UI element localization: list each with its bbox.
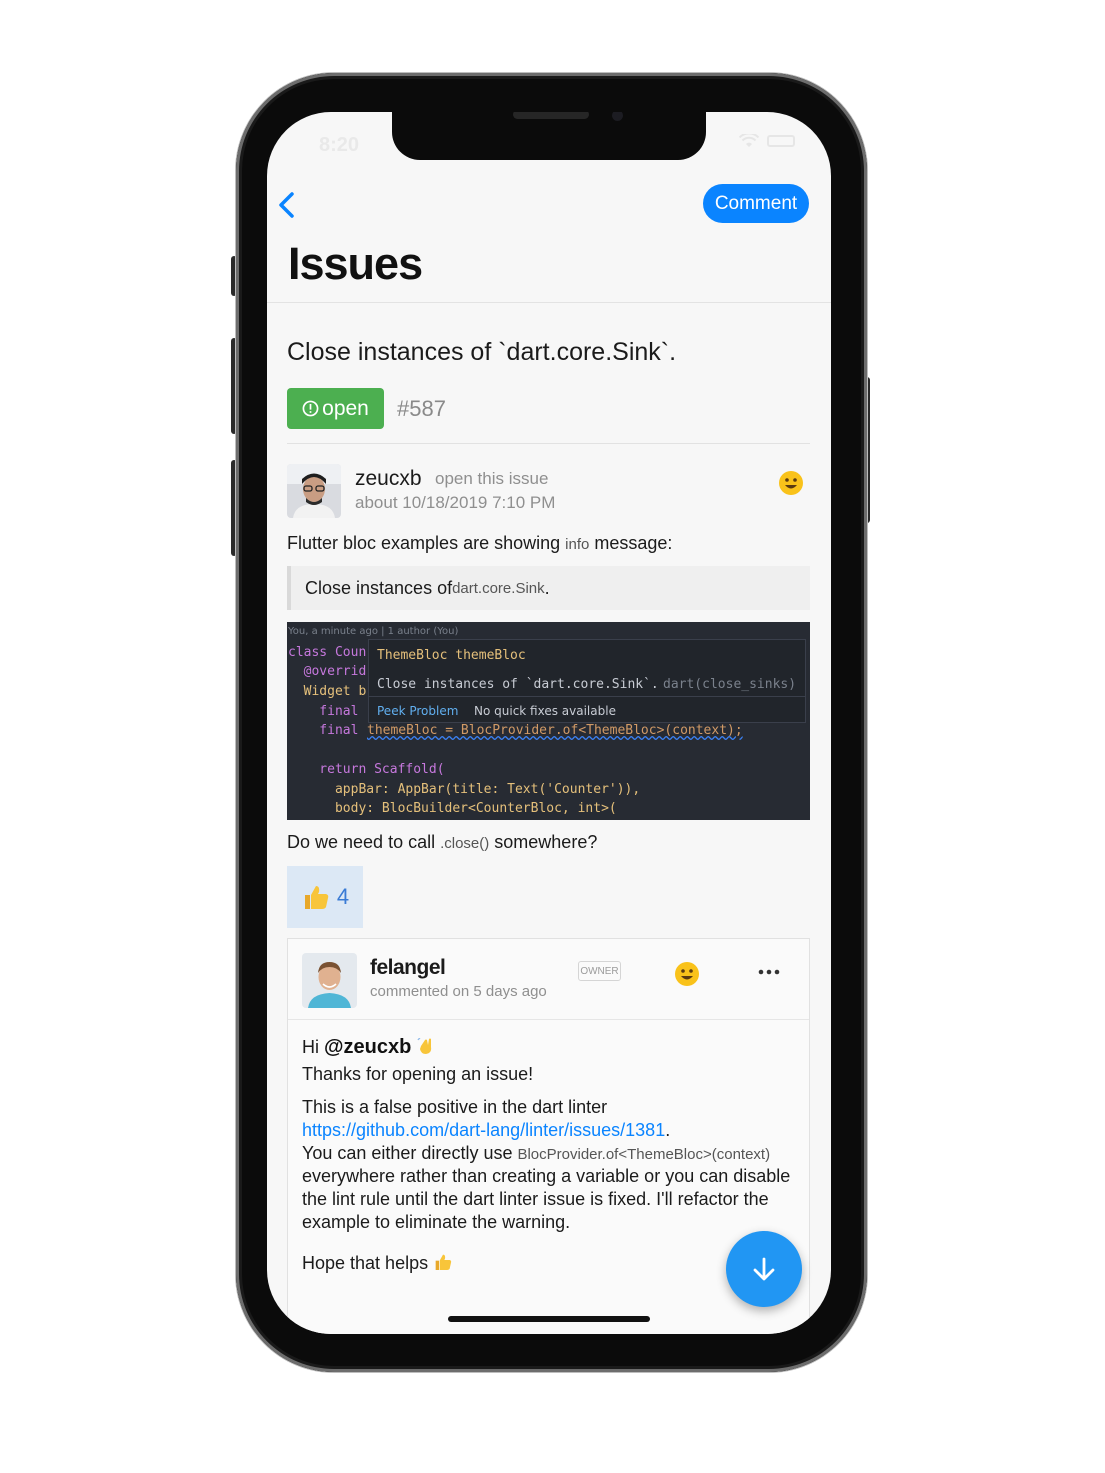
post-body-text: somewhere? <box>489 832 598 852</box>
code-line: final <box>288 704 359 719</box>
code-line: themeBloc = BlocProvider.of<ThemeBloc>(c… <box>367 723 743 738</box>
page-title: Issues <box>288 238 423 289</box>
divider <box>287 443 810 444</box>
comment-text: This is a false positive in the dart lin… <box>302 1097 608 1117</box>
comment-text: Hi <box>302 1037 324 1057</box>
blockquote: Close instances of dart.core.Sink. <box>287 566 810 610</box>
comment-text: Thanks for opening an issue! <box>302 1064 534 1084</box>
comment-text: the lint rule until the dart linter issu… <box>302 1189 769 1209</box>
code-line: Widget b <box>288 684 367 699</box>
comment-button[interactable]: Comment <box>703 184 809 223</box>
quote-text: . <box>544 577 550 598</box>
commenter-name[interactable]: felangel <box>370 956 446 980</box>
inline-code: dart.core.Sink <box>452 579 545 597</box>
speaker <box>513 112 589 119</box>
code-line: body: BlocBuilder<CounterBloc, int>( <box>288 801 617 816</box>
comment-text: Hope that helps <box>302 1253 429 1273</box>
add-reaction-emoji-icon[interactable] <box>674 961 700 987</box>
tooltip-line: ThemeBloc themeBloc <box>377 648 526 663</box>
author-action: open this issue <box>435 469 549 488</box>
inline-code: .close() <box>440 835 490 852</box>
comment-greeting: Hi @zeucxb <box>302 1036 436 1059</box>
comment-date: commented on 5 days ago <box>370 983 547 1000</box>
front-camera <box>612 112 623 121</box>
thumbs-up-icon <box>304 886 329 909</box>
post-body-line: Flutter bloc examples are showing info m… <box>287 532 672 556</box>
thumbs-up-icon <box>435 1254 452 1270</box>
tooltip-line: Close instances of `dart.core.Sink`. <box>377 677 659 692</box>
issue-state-badge: open <box>287 388 384 429</box>
notch <box>392 112 706 160</box>
comment-text: . <box>665 1120 671 1140</box>
code-screenshot-image[interactable]: You, a minute ago | 1 author (You) class… <box>287 622 810 820</box>
tooltip-line: No quick fixes available <box>474 704 616 718</box>
battery-icon <box>767 135 795 147</box>
peek-problem-link: Peek Problem <box>377 704 459 718</box>
code-line: final <box>288 723 359 738</box>
author-avatar[interactable] <box>287 464 341 518</box>
owner-badge: OWNER <box>578 961 621 981</box>
issue-number: #587 <box>397 396 446 421</box>
post-question-line: Do we need to call .close() somewhere? <box>287 831 597 855</box>
status-icons <box>739 134 795 148</box>
issue-title: Close instances of `dart.core.Sink`. <box>287 338 677 366</box>
header-divider <box>267 302 831 303</box>
user-mention[interactable]: @zeucxb <box>324 1036 411 1058</box>
scroll-down-fab[interactable] <box>726 1231 802 1307</box>
code-line: @overrid <box>288 664 367 679</box>
code-line: class Coun <box>288 645 367 660</box>
quote-text: Close instances of <box>305 577 453 598</box>
waving-hand-icon <box>417 1038 432 1054</box>
post-body-text: Do we need to call <box>287 832 441 852</box>
comment-code-line: You can either directly use BlocProvider… <box>302 1142 770 1166</box>
tooltip-divider <box>369 696 805 697</box>
back-chevron-icon[interactable] <box>275 190 299 220</box>
post-date: about 10/18/2019 7:10 PM <box>355 493 556 512</box>
arrow-down-icon <box>753 1257 775 1281</box>
linter-issue-link[interactable]: https://github.com/dart-lang/linter/issu… <box>302 1120 665 1140</box>
inline-code: BlocProvider.of<ThemeBloc>(context) <box>517 1146 771 1163</box>
add-reaction-emoji-icon[interactable] <box>778 470 804 496</box>
wifi-icon <box>739 134 759 147</box>
tooltip-line: dart(close_sinks) <box>663 677 797 692</box>
status-time: 8:20 <box>319 134 360 156</box>
comment-closing-line: Hope that helps <box>302 1252 453 1275</box>
comment-text: You can either directly use <box>302 1143 518 1163</box>
lint-tooltip: ThemeBloc themeBloc Close instances of `… <box>368 639 806 723</box>
code-line: appBar: AppBar(title: Text('Counter')), <box>288 782 641 797</box>
commenter-avatar[interactable] <box>302 953 357 1008</box>
code-line: You, a minute ago | 1 author (You) <box>288 626 459 637</box>
code-line: return Scaffold( <box>288 762 445 777</box>
post-body-text: message: <box>589 533 673 553</box>
comment-link-line: https://github.com/dart-lang/linter/issu… <box>302 1119 670 1142</box>
issue-state-label: open <box>322 396 369 420</box>
comment-text: everywhere rather than creating a variab… <box>302 1166 791 1186</box>
home-indicator[interactable] <box>448 1316 650 1322</box>
reaction-count: 4 <box>336 884 350 909</box>
author-name[interactable]: zeucxb <box>355 467 422 491</box>
post-body-text: Flutter bloc examples are showing <box>287 533 566 553</box>
more-options-icon[interactable] <box>758 969 780 975</box>
alert-circle-icon <box>302 400 319 417</box>
thumbs-up-reaction[interactable]: 4 <box>287 866 363 928</box>
inline-code: info <box>565 536 590 553</box>
phone-screen: 8:20 Comment Issues Close instances of `… <box>267 112 831 1334</box>
card-divider <box>288 1019 809 1020</box>
comment-text: example to eliminate the warning. <box>302 1212 571 1232</box>
